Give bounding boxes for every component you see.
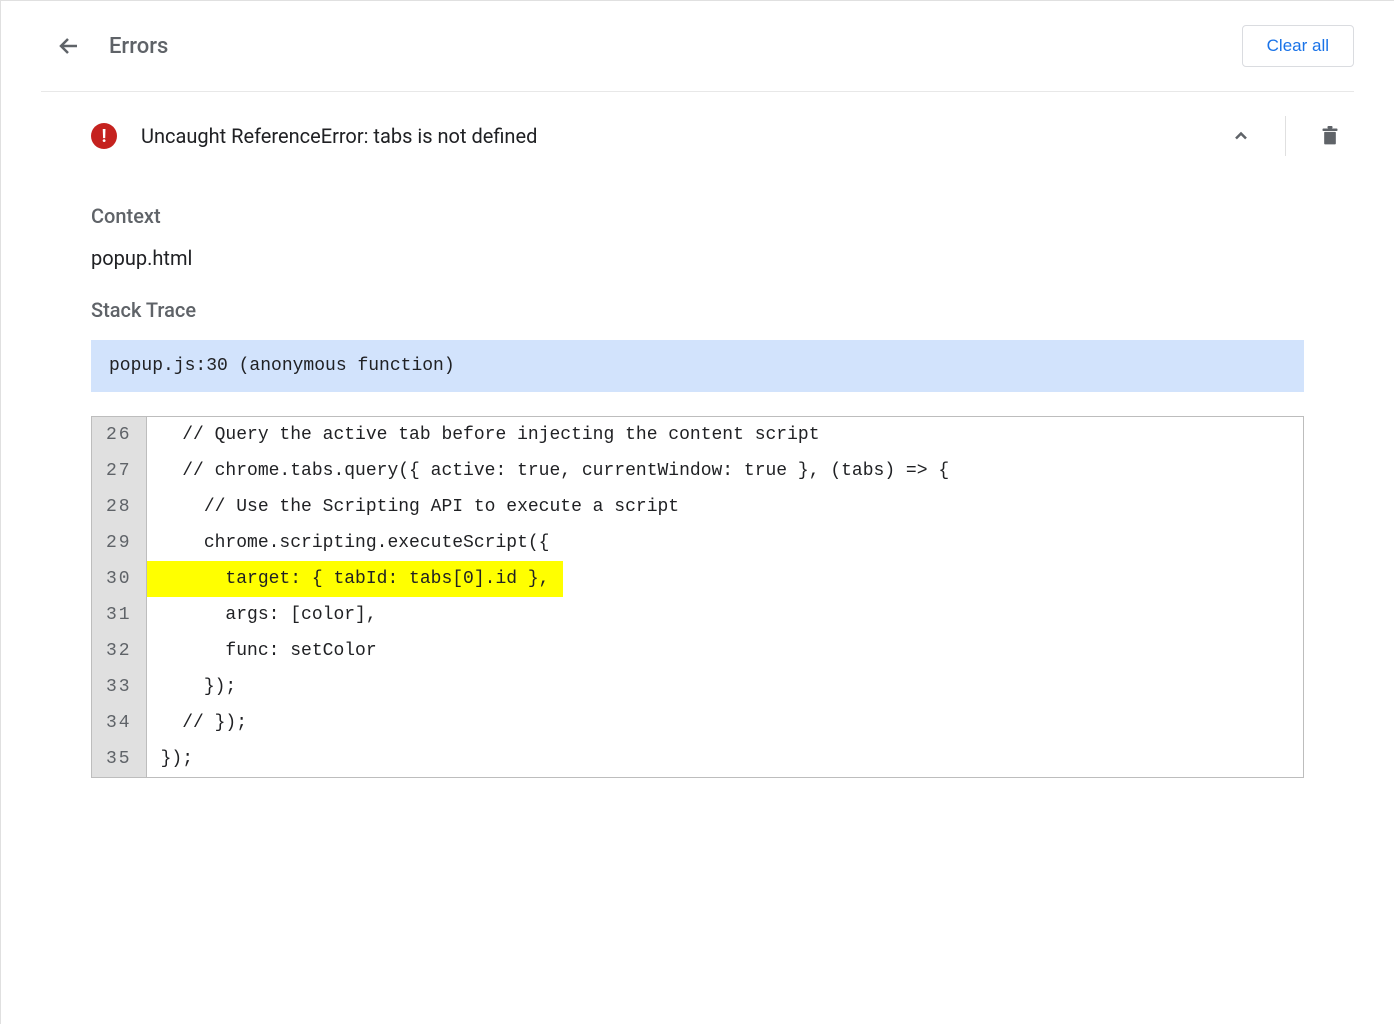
page-header: Errors Clear all — [1, 1, 1394, 91]
action-divider — [1285, 116, 1286, 156]
code-line: // Use the Scripting API to execute a sc… — [147, 489, 1303, 525]
clear-all-button[interactable]: Clear all — [1242, 25, 1354, 67]
code-line: }); — [147, 741, 1303, 777]
error-message: Uncaught ReferenceError: tabs is not def… — [141, 124, 537, 148]
line-number: 35 — [92, 741, 147, 777]
page-title: Errors — [109, 34, 168, 59]
line-number: 30 — [92, 561, 147, 597]
code-row: 30 target: { tabId: tabs[0].id }, — [92, 561, 1303, 597]
stack-trace-heading: Stack Trace — [91, 298, 1304, 322]
code-line: // Query the active tab before injecting… — [147, 417, 1303, 453]
errors-page-container: Errors Clear all ! Uncaught ReferenceErr… — [0, 0, 1394, 1024]
line-number: 31 — [92, 597, 147, 633]
code-row: 29 chrome.scripting.executeScript({ — [92, 525, 1303, 561]
stack-frame[interactable]: popup.js:30 (anonymous function) — [91, 340, 1304, 392]
code-block: 26 // Query the active tab before inject… — [91, 416, 1304, 778]
code-row: 32 func: setColor — [92, 633, 1303, 669]
line-number: 29 — [92, 525, 147, 561]
line-number: 28 — [92, 489, 147, 525]
code-row: 31 args: [color], — [92, 597, 1303, 633]
code-cell: chrome.scripting.executeScript({ — [147, 525, 1303, 561]
code-row: 33 }); — [92, 669, 1303, 705]
code-row: 34 // }); — [92, 705, 1303, 741]
code-cell: target: { tabId: tabs[0].id }, — [147, 561, 1303, 597]
line-number: 33 — [92, 669, 147, 705]
code-cell: // chrome.tabs.query({ active: true, cur… — [147, 453, 1303, 489]
code-cell: // }); — [147, 705, 1303, 741]
header-left: Errors — [57, 34, 168, 59]
line-number: 26 — [92, 417, 147, 453]
context-heading: Context — [91, 204, 1304, 228]
code-line: chrome.scripting.executeScript({ — [147, 525, 1303, 561]
code-cell: }); — [147, 669, 1303, 705]
line-number: 32 — [92, 633, 147, 669]
error-summary-actions — [1217, 112, 1354, 160]
code-cell: // Use the Scripting API to execute a sc… — [147, 489, 1303, 525]
code-line-highlighted: target: { tabId: tabs[0].id }, — [147, 561, 564, 597]
error-summary-row: ! Uncaught ReferenceError: tabs is not d… — [1, 92, 1394, 180]
code-line: func: setColor — [147, 633, 1303, 669]
code-cell: // Query the active tab before injecting… — [147, 417, 1303, 453]
code-cell: args: [color], — [147, 597, 1303, 633]
error-detail-content: Context popup.html Stack Trace popup.js:… — [1, 204, 1394, 818]
code-line: // }); — [147, 705, 1303, 741]
line-number: 34 — [92, 705, 147, 741]
code-line: // chrome.tabs.query({ active: true, cur… — [147, 453, 1303, 489]
collapse-button[interactable] — [1217, 112, 1265, 160]
code-row: 35}); — [92, 741, 1303, 777]
error-summary-left: ! Uncaught ReferenceError: tabs is not d… — [91, 123, 537, 149]
code-line: }); — [147, 669, 1303, 705]
code-line: args: [color], — [147, 597, 1303, 633]
context-value: popup.html — [91, 246, 1304, 270]
error-icon: ! — [91, 123, 117, 149]
code-row: 28 // Use the Scripting API to execute a… — [92, 489, 1303, 525]
code-cell: }); — [147, 741, 1303, 777]
back-arrow-icon[interactable] — [57, 34, 81, 58]
line-number: 27 — [92, 453, 147, 489]
code-row: 27 // chrome.tabs.query({ active: true, … — [92, 453, 1303, 489]
code-row: 26 // Query the active tab before inject… — [92, 417, 1303, 453]
delete-button[interactable] — [1306, 112, 1354, 160]
code-cell: func: setColor — [147, 633, 1303, 669]
